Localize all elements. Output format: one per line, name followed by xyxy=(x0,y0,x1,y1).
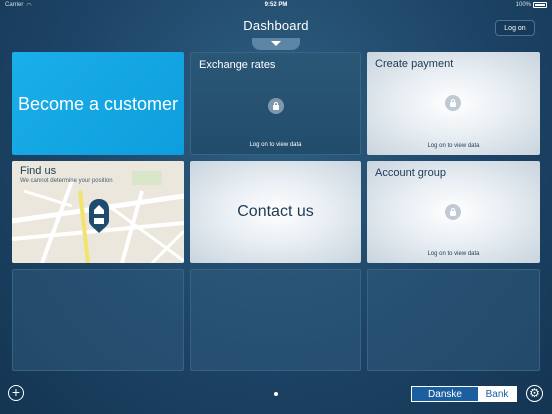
create-payment-footer: Log on to view data xyxy=(427,143,480,149)
danske-bank-logo: Danske Bank xyxy=(411,386,517,402)
become-customer-label: Become a customer xyxy=(17,94,179,114)
lock-icon xyxy=(268,98,284,114)
find-us-title: Find us xyxy=(20,165,57,177)
home-pin-icon xyxy=(89,199,109,233)
page-indicator xyxy=(274,392,278,396)
find-us-subtitle: We cannot determine your position xyxy=(20,178,113,184)
account-group-title: Account group xyxy=(375,167,446,179)
header: Dashboard Log on xyxy=(0,10,552,50)
exchange-rates-tile[interactable]: Exchange rates Log on to view data xyxy=(190,52,361,155)
empty-tile-slot[interactable] xyxy=(190,269,361,371)
status-bar: Carrier ◠ 9:52 PM 100% xyxy=(0,0,552,10)
lock-icon xyxy=(445,204,461,220)
contact-us-tile[interactable]: Contact us xyxy=(190,161,361,263)
gear-icon[interactable]: ⚙ xyxy=(526,385,543,402)
account-group-footer: Log on to view data xyxy=(427,251,480,257)
exchange-rates-footer: Log on to view data xyxy=(249,142,302,148)
log-on-button[interactable]: Log on xyxy=(495,20,535,36)
battery-icon xyxy=(533,2,547,8)
contact-us-label: Contact us xyxy=(237,203,314,220)
clock: 9:52 PM xyxy=(264,2,288,8)
add-icon[interactable]: + xyxy=(8,385,24,401)
empty-tile-slot[interactable] xyxy=(367,269,540,371)
empty-tile-slot[interactable] xyxy=(12,269,184,371)
become-customer-tile[interactable]: Become a customer xyxy=(12,52,184,155)
brand-right: Bank xyxy=(478,387,516,401)
exchange-rates-title: Exchange rates xyxy=(199,59,276,71)
lock-icon xyxy=(445,95,461,111)
chevron-down-icon[interactable] xyxy=(252,38,300,50)
create-payment-title: Create payment xyxy=(375,58,454,70)
account-group-tile[interactable]: Account group Log on to view data xyxy=(367,161,540,263)
create-payment-tile[interactable]: Create payment Log on to view data xyxy=(367,52,540,155)
brand-left: Danske xyxy=(412,387,478,401)
find-us-tile[interactable]: Find us We cannot determine your positio… xyxy=(12,161,184,263)
page-title: Dashboard xyxy=(243,18,309,33)
